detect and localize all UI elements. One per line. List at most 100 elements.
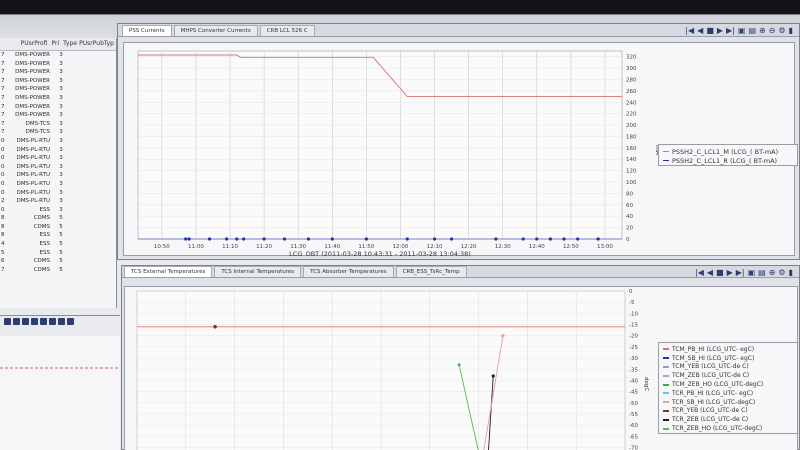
table-row[interactable]: 0 DMS-PL-RTU 3 (0, 137, 116, 146)
settings-icon[interactable]: ⚙ (778, 26, 785, 35)
skip-last-icon[interactable]: ▶| (736, 268, 745, 277)
chart-view-icon[interactable]: ▣ (738, 26, 746, 35)
column-header[interactable]: Pri (50, 38, 62, 50)
table-cell: CDMS (33, 258, 50, 265)
table-row[interactable]: 7 DMS-POWER 3 (0, 85, 116, 94)
mini-plot (0, 336, 120, 450)
step-forward-icon[interactable]: ▶ (717, 26, 723, 35)
table-row[interactable]: 8 CDMS 5 (0, 223, 116, 232)
table-row[interactable]: 7 DMS-POWER 3 (0, 111, 116, 120)
x-tick-label: 12:50 (563, 244, 579, 250)
lock-icon[interactable]: ▮ (789, 26, 793, 35)
zoom-icon[interactable] (4, 318, 11, 325)
table-cell: DMS-POWER (15, 94, 50, 101)
table-row[interactable]: 4 ESS 5 (0, 240, 116, 249)
last-icon[interactable] (49, 318, 56, 325)
skip-first-icon[interactable]: |◀ (695, 268, 704, 277)
tab-tcs-external-temperatures[interactable]: TCS External Temperatures (124, 266, 213, 277)
table-cell: 3 (59, 206, 63, 213)
table-row[interactable]: 0 DMS-PL-RTU 3 (0, 171, 116, 180)
table-row[interactable]: 7 DMS-POWER 3 (0, 68, 116, 77)
legend-swatch (663, 374, 669, 377)
table-cell: 5 (59, 249, 63, 256)
table-row[interactable]: 0 DMS-PL-RTU 3 (0, 154, 116, 163)
table-view-icon[interactable]: ▤ (748, 26, 756, 35)
table-row[interactable]: 0 DMS-PL-RTU 3 (0, 189, 116, 198)
chart-view-icon[interactable]: ▣ (748, 268, 756, 277)
series-point (548, 237, 553, 241)
tab-crb-lcl[interactable]: CRB LCL 526 C (259, 25, 315, 36)
table-cell: 7 (1, 103, 5, 110)
table-cell: 3 (59, 94, 63, 101)
table-row[interactable]: 7 DMS-POWER 3 (0, 77, 116, 86)
table-cell: 5 (59, 232, 63, 239)
series-point (405, 237, 409, 241)
series-point (330, 237, 334, 241)
table-row[interactable]: 2 DMS-PL-RTU 3 (0, 197, 116, 206)
column-header[interactable]: PUsrPubTyp (77, 38, 116, 50)
column-header[interactable]: PUsrProfi (0, 38, 50, 50)
series-point (306, 237, 311, 241)
legend-swatch (663, 348, 669, 351)
table-cell: ESS (39, 232, 50, 239)
table-row[interactable]: 8 ESS 5 (0, 231, 116, 240)
series-point (494, 237, 498, 241)
table-view-icon[interactable]: ▤ (758, 268, 766, 277)
table-row[interactable]: 7 DMS-TCS 3 (0, 120, 116, 129)
table-row[interactable]: 5 ESS 5 (0, 249, 116, 258)
table-row[interactable]: 7 DMS-POWER 3 (0, 60, 116, 69)
step-back-icon[interactable]: ◀ (707, 268, 713, 277)
lock-icon[interactable]: ▮ (789, 268, 793, 277)
legend-label: TCR_ZEB (LCG_UTC-de C) (672, 416, 749, 424)
table-row[interactable]: 7 DMS-TCS 3 (0, 128, 116, 137)
legend-swatch (663, 160, 669, 161)
column-header[interactable]: Type (61, 38, 77, 50)
table-row[interactable]: 7 DMS-POWER 3 (0, 103, 116, 112)
table-row[interactable]: 0 DMS-PL-RTU 3 (0, 180, 116, 189)
bottom-chart-toolbar: |◀ ◀ ■ ▶ ▶| ▣ ▤ ⊕ ⚙ ▮ (695, 268, 793, 277)
tab-tcs-absorber-temperatures[interactable]: TCS Absorber Temperatures (303, 266, 394, 277)
y-tick-label: 80 (626, 191, 633, 197)
grid-icon[interactable] (67, 318, 74, 325)
table-cell: 7 (1, 94, 5, 101)
next-icon[interactable] (40, 318, 47, 325)
table-cell: 0 (1, 137, 5, 144)
zoom-out-icon[interactable]: ⊖ (769, 26, 776, 35)
table-row[interactable]: 0 ESS 3 (0, 206, 116, 215)
tab-tcs-internal-temperatures[interactable]: TCS Internal Temperatures (214, 266, 302, 277)
step-back-icon[interactable]: ◀ (697, 26, 703, 35)
tab-pss-currents[interactable]: PSS Currents (122, 25, 172, 36)
skip-first-icon[interactable]: |◀ (685, 26, 694, 35)
settings-icon[interactable]: ⚙ (778, 268, 785, 277)
table-row[interactable]: 8 CDMS 5 (0, 214, 116, 223)
zoom-in-icon[interactable]: ⊕ (759, 26, 766, 35)
mini-plot-svg (0, 367, 120, 369)
tab-mhps-converter-currents[interactable]: MHPS Converter Currents (173, 25, 258, 36)
first-icon[interactable] (13, 318, 20, 325)
table-row[interactable]: 6 CDMS 5 (0, 257, 116, 266)
chart-icon[interactable] (58, 318, 65, 325)
table-row[interactable]: 0 DMS-PL-RTU 3 (0, 146, 116, 155)
table-cell: 3 (59, 155, 63, 162)
table-row[interactable]: 7 DMS-POWER 3 (0, 94, 116, 103)
series-point (207, 237, 212, 241)
skip-last-icon[interactable]: ▶| (726, 26, 735, 35)
stop-icon[interactable]: ■ (706, 26, 714, 35)
table-cell: 0 (1, 155, 5, 162)
stop-icon[interactable] (31, 318, 38, 325)
table-cell: DMS-PL-RTU (16, 146, 50, 153)
stop-icon[interactable]: ■ (716, 268, 724, 277)
table-cell: 7 (1, 266, 5, 273)
prev-icon[interactable] (22, 318, 29, 325)
table-cell: 3 (59, 120, 63, 127)
table-row[interactable]: 0 DMS-PL-RTU 3 (0, 163, 116, 172)
table-cell: 5 (59, 215, 63, 222)
table-row[interactable]: 7 DMS-POWER 3 (0, 51, 116, 60)
table-cell: 3 (59, 129, 63, 136)
step-forward-icon[interactable]: ▶ (727, 268, 733, 277)
series-point (187, 237, 191, 241)
tab-crb-ess-temp[interactable]: CRB_ESS_TsRc_Temp (395, 266, 467, 277)
table-row[interactable]: 7 CDMS 5 (0, 266, 116, 275)
table-cell: 7 (1, 60, 5, 67)
zoom-in-icon[interactable]: ⊕ (769, 268, 776, 277)
